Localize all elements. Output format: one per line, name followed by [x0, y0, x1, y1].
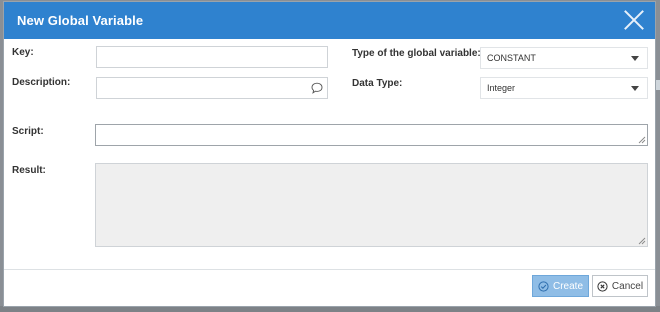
- type-selected-value: CONSTANT: [487, 53, 536, 63]
- dialog-title: New Global Variable: [17, 13, 144, 28]
- type-label: Type of the global variable:: [352, 48, 481, 59]
- chevron-down-icon: [631, 86, 639, 91]
- chevron-down-icon: [631, 56, 639, 61]
- script-textarea[interactable]: [95, 124, 648, 146]
- chat-bubble-icon[interactable]: [311, 82, 323, 94]
- script-label: Script:: [12, 126, 44, 137]
- data-type-selected-value: Integer: [487, 83, 516, 93]
- dialog-titlebar: New Global Variable: [4, 2, 655, 39]
- create-button[interactable]: Create: [532, 275, 589, 297]
- data-type-select[interactable]: Integer: [480, 77, 648, 99]
- key-label: Key:: [12, 47, 34, 58]
- close-circle-icon: [597, 280, 608, 292]
- new-global-variable-dialog: New Global Variable Key: Description: Ty…: [3, 1, 656, 307]
- resize-handle-icon[interactable]: [638, 237, 646, 245]
- description-label: Description:: [12, 77, 71, 88]
- data-type-label: Data Type:: [352, 78, 403, 89]
- resize-handle-icon[interactable]: [638, 136, 646, 144]
- close-icon[interactable]: [623, 9, 645, 31]
- type-select[interactable]: CONSTANT: [480, 47, 648, 69]
- cancel-button[interactable]: Cancel: [592, 275, 648, 297]
- result-textarea[interactable]: [95, 163, 648, 247]
- footer-divider: [4, 269, 655, 270]
- result-label: Result:: [12, 165, 46, 176]
- create-button-label: Create: [552, 280, 583, 292]
- key-input[interactable]: [96, 46, 328, 68]
- check-circle-icon: [538, 280, 549, 292]
- cancel-button-label: Cancel: [611, 280, 644, 292]
- description-input[interactable]: [96, 77, 328, 99]
